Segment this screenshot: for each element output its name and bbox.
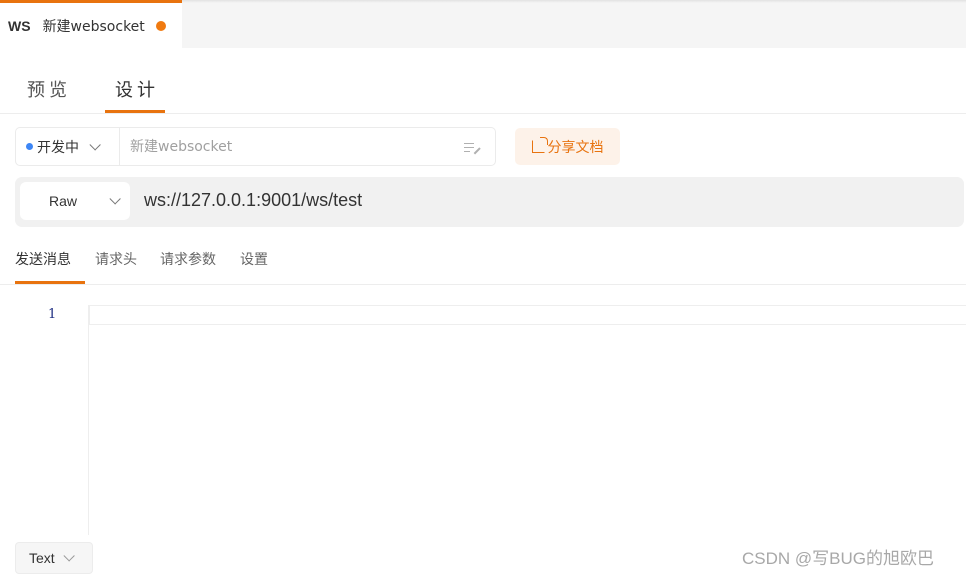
document-tab[interactable]: WS 新建websocket	[0, 0, 182, 48]
watermark: CSDN @写BUG的旭欧巴	[742, 549, 934, 568]
request-sub-tabs: 发送消息 请求头 请求参数 设置	[0, 245, 966, 285]
active-sub-tab-indicator	[15, 281, 85, 284]
api-meta-row: 开发中	[15, 127, 496, 166]
url-input[interactable]	[144, 190, 944, 211]
tab-bar-shadow	[182, 0, 966, 3]
document-tab-title: 新建websocket	[42, 18, 145, 35]
tab-send-message[interactable]: 发送消息	[15, 249, 71, 269]
chevron-down-icon	[89, 138, 101, 151]
body-format-select[interactable]: Text	[15, 542, 93, 574]
edit-description-icon[interactable]	[461, 135, 485, 159]
status-label: 开发中	[37, 139, 79, 156]
api-name-input[interactable]	[120, 137, 461, 156]
tab-settings[interactable]: 设置	[240, 249, 268, 269]
tab-design[interactable]: 设计	[115, 76, 159, 102]
chevron-down-icon	[109, 193, 121, 205]
status-select[interactable]: 开发中	[16, 128, 120, 165]
tab-preview[interactable]: 预览	[27, 76, 71, 102]
share-doc-label: 分享文档	[547, 139, 604, 156]
gutter-divider	[88, 305, 89, 535]
line-number: 1	[48, 307, 57, 322]
share-doc-button[interactable]: 分享文档	[515, 128, 620, 165]
tab-request-headers[interactable]: 请求头	[95, 249, 137, 269]
message-type-label: Raw	[49, 193, 78, 209]
body-format-label: Text	[29, 550, 55, 566]
mode-tabs: 预览 设计	[0, 64, 966, 114]
document-tab-bar: WS 新建websocket	[0, 0, 966, 48]
message-editor[interactable]: 1	[0, 295, 966, 535]
active-line-highlight[interactable]	[89, 305, 966, 325]
unsaved-dot-icon	[155, 20, 166, 31]
message-type-select[interactable]: Raw	[20, 182, 130, 220]
protocol-badge: WS	[8, 17, 31, 34]
url-bar: Raw	[15, 177, 964, 227]
status-dot-icon	[26, 143, 33, 150]
chevron-down-icon	[63, 550, 75, 562]
share-icon	[531, 137, 548, 153]
active-tab-indicator	[105, 110, 165, 113]
tab-request-params[interactable]: 请求参数	[160, 249, 216, 269]
